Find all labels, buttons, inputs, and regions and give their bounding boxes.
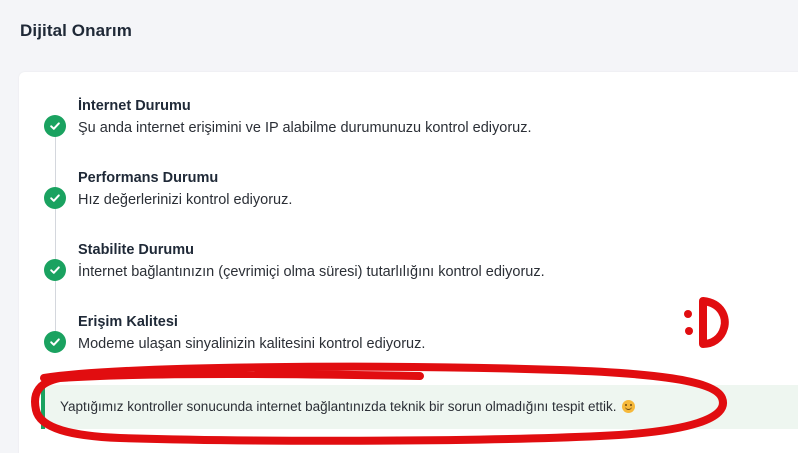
step-title: Erişim Kalitesi [78, 314, 178, 330]
step-title: Performans Durumu [78, 170, 219, 186]
step-description: Hız değerlerinizi kontrol ediyoruz. [78, 192, 293, 208]
page-title: Dijital Onarım [20, 21, 132, 40]
diagnostics-card: İnternet Durumu Şu anda internet erişimi… [19, 72, 798, 453]
check-circle-icon [44, 331, 66, 353]
result-banner: Yaptığımız kontroller sonucunda internet… [41, 385, 798, 429]
result-message-line: Yaptığımız kontroller sonucunda internet… [60, 399, 635, 414]
timeline-connector [55, 122, 56, 350]
check-circle-icon [44, 187, 66, 209]
digital-repair-page: Dijital Onarım İnternet Durumu Şu anda i… [0, 0, 798, 453]
step-title: İnternet Durumu [78, 98, 191, 114]
smiling-face-icon [621, 400, 635, 413]
step-description: Modeme ulaşan sinyalinizin kalitesini ko… [78, 336, 426, 352]
result-message: Yaptığımız kontroller sonucunda internet… [60, 399, 617, 414]
step-description: Şu anda internet erişimini ve IP alabilm… [78, 120, 532, 136]
step-description: İnternet bağlantınızın (çevrimiçi olma s… [78, 264, 545, 280]
check-circle-icon [44, 259, 66, 281]
check-circle-icon [44, 115, 66, 137]
step-title: Stabilite Durumu [78, 242, 195, 258]
